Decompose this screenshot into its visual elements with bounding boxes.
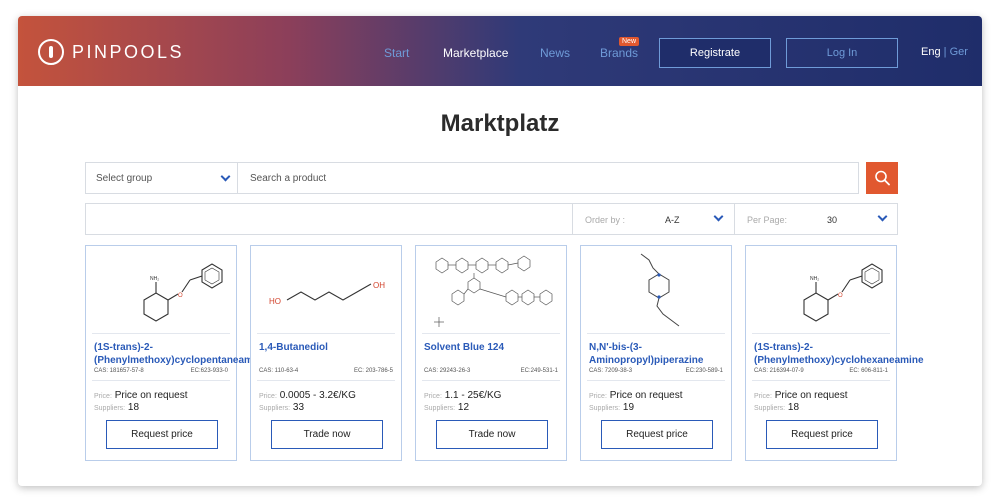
- suppliers: Suppliers: 18: [94, 402, 140, 413]
- svg-text:HO: HO: [269, 297, 281, 306]
- group-select[interactable]: Select group: [86, 163, 238, 193]
- lang-ger[interactable]: Ger: [950, 46, 968, 58]
- cas-number: CAS: 7209-38-3: [589, 368, 633, 374]
- card-divider: [257, 333, 395, 334]
- ec-number: EC:623-933-0: [190, 368, 228, 374]
- chevron-down-icon: [713, 211, 724, 222]
- svg-text:O: O: [838, 293, 843, 299]
- search-icon: [875, 170, 890, 186]
- product-card[interactable]: O NH₂ (1S-trans)-2-(Phenylmethoxy)cyclop…: [85, 245, 267, 461]
- nav-news[interactable]: News: [540, 46, 570, 60]
- ec-number: EC: 606-811-1: [849, 368, 888, 374]
- product-name[interactable]: (1S-trans)-2-(Phenylmethoxy)cyclohexanea…: [754, 341, 924, 367]
- svg-text:NH₂: NH₂: [810, 276, 819, 282]
- cas-number: CAS: 216394-07-9: [754, 368, 804, 374]
- price: Price: Price on request: [754, 390, 848, 401]
- per-page-select[interactable]: Per Page: 30: [734, 204, 898, 234]
- svg-text:OH: OH: [373, 281, 385, 290]
- request-price-button[interactable]: Request price: [766, 420, 878, 449]
- suppliers: Suppliers: 12: [424, 402, 470, 413]
- nav-start[interactable]: Start: [384, 46, 409, 60]
- chemical-structure-image: [434, 255, 553, 327]
- new-badge: New: [619, 37, 640, 46]
- trade-now-button[interactable]: Trade now: [271, 420, 383, 449]
- product-name[interactable]: (1S-trans)-2-(Phenylmethoxy)cyclopentane…: [94, 341, 267, 367]
- top-header: PINPOOLS Start Marketplace News New Bran…: [18, 16, 982, 86]
- per-page-value: 30: [827, 215, 838, 225]
- search-button[interactable]: [866, 162, 898, 194]
- price: Price: 0.0005 - 3.2€/KG: [259, 390, 356, 401]
- pinpools-logo[interactable]: PINPOOLS: [38, 39, 184, 65]
- chemical-structure-image: O NH₂: [803, 263, 883, 322]
- card-divider: [587, 380, 725, 381]
- suppliers: Suppliers: 18: [754, 402, 800, 413]
- price: Price: 1.1 - 25€/KG: [424, 390, 502, 401]
- card-divider: [257, 380, 395, 381]
- login-button[interactable]: Log In: [786, 38, 898, 68]
- request-price-button[interactable]: Request price: [106, 420, 218, 449]
- nav-brands[interactable]: Brands: [600, 46, 638, 60]
- product-card[interactable]: N,N'-bis-(3-Aminopropyl)piperazine CAS: …: [580, 245, 732, 461]
- card-divider: [587, 333, 725, 334]
- order-by-value: A-Z: [665, 215, 680, 225]
- chemical-structure-image: [640, 253, 680, 327]
- product-card[interactable]: O NH₂ (1S-trans)-2-(Phenylmethoxy)cycloh…: [745, 245, 924, 461]
- product-name[interactable]: 1,4-Butanediol: [259, 341, 399, 354]
- chemical-structure-image: HO OH: [269, 281, 385, 306]
- register-button[interactable]: Registrate: [659, 38, 771, 68]
- nav-marketplace[interactable]: Marketplace: [443, 46, 508, 60]
- card-divider: [92, 333, 230, 334]
- ec-number: EC: 203-786-5: [353, 368, 393, 374]
- per-page-label: Per Page:: [747, 215, 788, 225]
- cas-number: CAS: 29243-26-3: [424, 368, 471, 374]
- page-title: Marktplatz: [440, 110, 560, 137]
- order-by-select[interactable]: Order by : A-Z: [572, 204, 734, 234]
- group-select-label: Select group: [96, 172, 153, 184]
- card-divider: [752, 380, 890, 381]
- sort-bar: Order by : A-Z Per Page: 30: [85, 203, 898, 235]
- suppliers: Suppliers: 19: [589, 402, 635, 413]
- price: Price: Price on request: [589, 390, 683, 401]
- svg-text:O: O: [178, 293, 183, 299]
- lang-eng[interactable]: Eng: [921, 46, 941, 58]
- cas-number: CAS: 181657-57-8: [94, 368, 144, 374]
- card-divider: [92, 380, 230, 381]
- search-bar: Select group: [85, 162, 859, 194]
- suppliers: Suppliers: 33: [259, 402, 305, 413]
- product-name[interactable]: Solvent Blue 124: [424, 341, 564, 354]
- search-input[interactable]: [238, 163, 858, 193]
- order-by-label: Order by :: [585, 215, 626, 225]
- chemical-structure-image: O NH₂: [143, 263, 223, 322]
- svg-text:NH₂: NH₂: [150, 276, 159, 282]
- request-price-button[interactable]: Request price: [601, 420, 713, 449]
- browser-frame: PINPOOLS Start Marketplace News New Bran…: [18, 16, 982, 486]
- card-divider: [752, 333, 890, 334]
- lang-separator: |: [943, 46, 947, 58]
- card-divider: [422, 380, 560, 381]
- ec-number: EC:230-589-1: [685, 368, 723, 374]
- product-card[interactable]: HO OH 1,4-Butanediol CAS: 110-63-4 EC: 2…: [250, 245, 402, 461]
- card-divider: [422, 333, 560, 334]
- product-grid: O NH₂ (1S-trans)-2-(Phenylmethoxy)cyclop…: [85, 245, 924, 461]
- cas-number: CAS: 110-63-4: [259, 368, 299, 374]
- product-card[interactable]: Solvent Blue 124 CAS: 29243-26-3 EC:249-…: [415, 245, 567, 461]
- language-switcher: Eng | Ger: [921, 46, 968, 58]
- chevron-down-icon: [877, 211, 888, 222]
- ec-number: EC:249-531-1: [520, 368, 558, 374]
- price: Price: Price on request: [94, 390, 188, 401]
- product-name[interactable]: N,N'-bis-(3-Aminopropyl)piperazine: [589, 341, 729, 367]
- chevron-down-icon: [220, 171, 231, 182]
- trade-now-button[interactable]: Trade now: [436, 420, 548, 449]
- logo-text: PINPOOLS: [72, 41, 185, 62]
- pin-logo-icon: [38, 39, 64, 65]
